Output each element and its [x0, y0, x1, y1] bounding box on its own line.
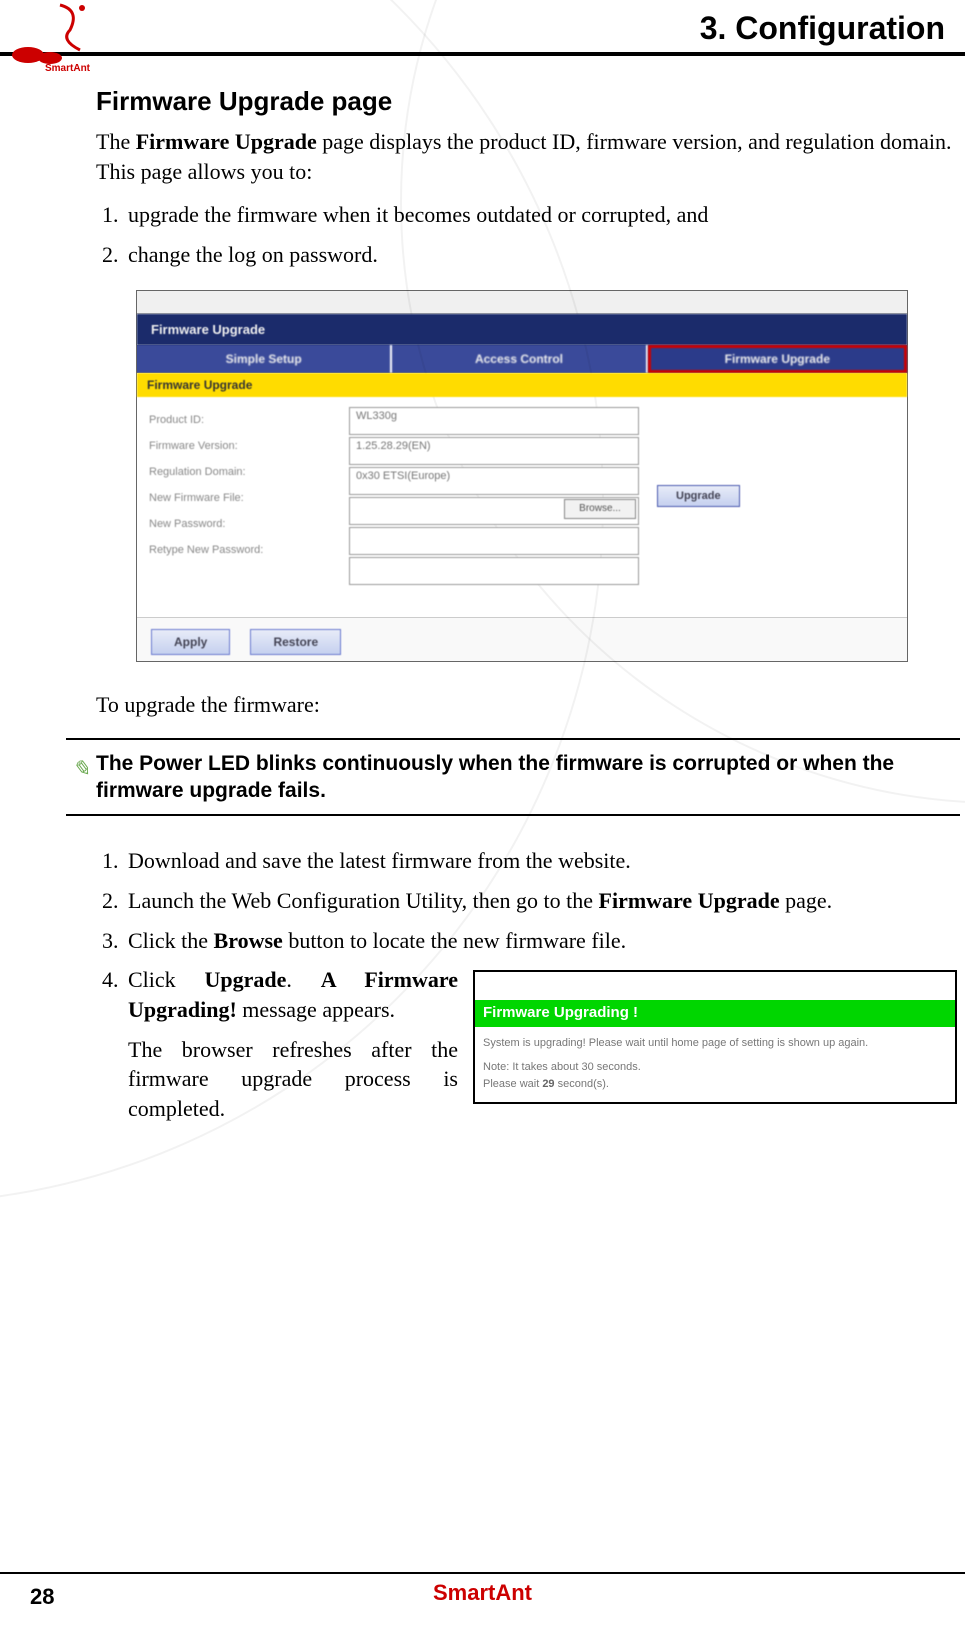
- firmware-upgrading-popup: Firmware Upgrading ! System is upgrading…: [473, 970, 957, 1104]
- restore-button[interactable]: Restore: [250, 629, 341, 655]
- tab-simple-setup[interactable]: Simple Setup: [137, 345, 392, 373]
- tab-bar: Simple Setup Access Control Firmware Upg…: [137, 345, 907, 373]
- note-pencil-icon: ✎: [66, 750, 96, 782]
- document-header: SmartAnt 3. Configuration: [0, 0, 965, 56]
- dialog-footer: Apply Restore: [137, 617, 907, 661]
- list-item: Download and save the latest firmware fr…: [124, 846, 960, 876]
- list-item: change the log on password.: [124, 240, 960, 270]
- tab-access-control[interactable]: Access Control: [392, 345, 647, 373]
- label-product-id: Product ID:: [149, 407, 349, 433]
- capability-list: upgrade the firmware when it becomes out…: [96, 200, 960, 269]
- field-retype-password[interactable]: [349, 557, 639, 585]
- note-text: The Power LED blinks continuously when t…: [96, 750, 960, 805]
- list-item: Click the Browse button to locate the ne…: [124, 926, 960, 956]
- countdown-value: 29: [542, 1078, 554, 1090]
- chapter-title: 3. Configuration: [0, 10, 965, 52]
- text: Please wait: [483, 1078, 542, 1090]
- section-title: Firmware Upgrade page: [96, 86, 960, 117]
- form-fields: WL330g 1.25.28.29(EN) 0x30 ETSI(Europe) …: [349, 407, 639, 587]
- popup-header: Firmware Upgrading !: [475, 1000, 955, 1026]
- text: .: [286, 967, 320, 992]
- popup-message: System is upgrading! Please wait until h…: [483, 1035, 947, 1052]
- note-box: ✎ The Power LED blinks continuously when…: [66, 738, 960, 817]
- list-item: Click Upgrade. A Firmware Upgrading! mes…: [124, 965, 960, 1123]
- list-item: Launch the Web Configuration Utility, th…: [124, 886, 960, 916]
- form-labels: Product ID: Firmware Version: Regulation…: [149, 407, 349, 587]
- label-firmware-version: Firmware Version:: [149, 433, 349, 459]
- text: button to locate the new firmware file.: [283, 928, 626, 953]
- field-new-password[interactable]: [349, 527, 639, 555]
- tab-firmware-upgrade[interactable]: Firmware Upgrade: [648, 345, 907, 373]
- text-bold: Browse: [214, 928, 283, 953]
- footer-brand: SmartAnt: [0, 1580, 965, 1606]
- text: Launch the Web Configuration Utility, th…: [128, 888, 599, 913]
- text: The browser refreshes after the firmware…: [128, 1037, 458, 1121]
- text: Click the: [128, 928, 214, 953]
- panel-title: Firmware Upgrade: [137, 314, 907, 345]
- svg-text:SmartAnt: SmartAnt: [45, 63, 91, 74]
- smartant-logo-icon: SmartAnt: [10, 0, 110, 75]
- text-bold: Firmware Upgrade: [136, 129, 317, 154]
- label-regulation-domain: Regulation Domain:: [149, 459, 349, 485]
- label-new-password: New Password:: [149, 511, 349, 537]
- list-item: upgrade the firmware when it becomes out…: [124, 200, 960, 230]
- text-bold: Upgrade: [205, 967, 287, 992]
- text: second(s).: [555, 1078, 609, 1090]
- text-bold: Firmware Upgrade: [599, 888, 780, 913]
- page-content: Firmware Upgrade page The Firmware Upgra…: [0, 56, 965, 1124]
- intro-paragraph: The Firmware Upgrade page displays the p…: [96, 127, 960, 186]
- text: page.: [780, 888, 833, 913]
- upgrade-button[interactable]: Upgrade: [657, 485, 740, 507]
- popup-note: Note: It takes about 30 seconds.: [483, 1059, 947, 1076]
- label-new-firmware-file: New Firmware File:: [149, 485, 349, 511]
- field-new-firmware-file[interactable]: Browse...: [349, 497, 639, 525]
- document-footer: 28 SmartAnt: [0, 1572, 965, 1606]
- page-number: 28: [30, 1584, 54, 1610]
- field-firmware-version: 1.25.28.29(EN): [349, 437, 639, 465]
- popup-body: System is upgrading! Please wait until h…: [475, 1027, 955, 1103]
- window-titlebar: [137, 291, 907, 314]
- label-retype-password: Retype New Password:: [149, 537, 349, 563]
- text: The: [96, 129, 136, 154]
- text: message appears.: [237, 997, 395, 1022]
- firmware-upgrade-screenshot: Firmware Upgrade Simple Setup Access Con…: [136, 290, 908, 662]
- upgrade-intro: To upgrade the firmware:: [96, 692, 960, 718]
- apply-button[interactable]: Apply: [151, 629, 230, 655]
- section-header-yellow: Firmware Upgrade: [137, 373, 907, 397]
- browse-button[interactable]: Browse...: [564, 499, 636, 519]
- text: Click: [128, 967, 205, 992]
- field-product-id: WL330g: [349, 407, 639, 435]
- field-regulation-domain: 0x30 ETSI(Europe): [349, 467, 639, 495]
- popup-countdown: Please wait 29 second(s).: [483, 1076, 947, 1093]
- upgrade-steps: Download and save the latest firmware fr…: [96, 846, 960, 1124]
